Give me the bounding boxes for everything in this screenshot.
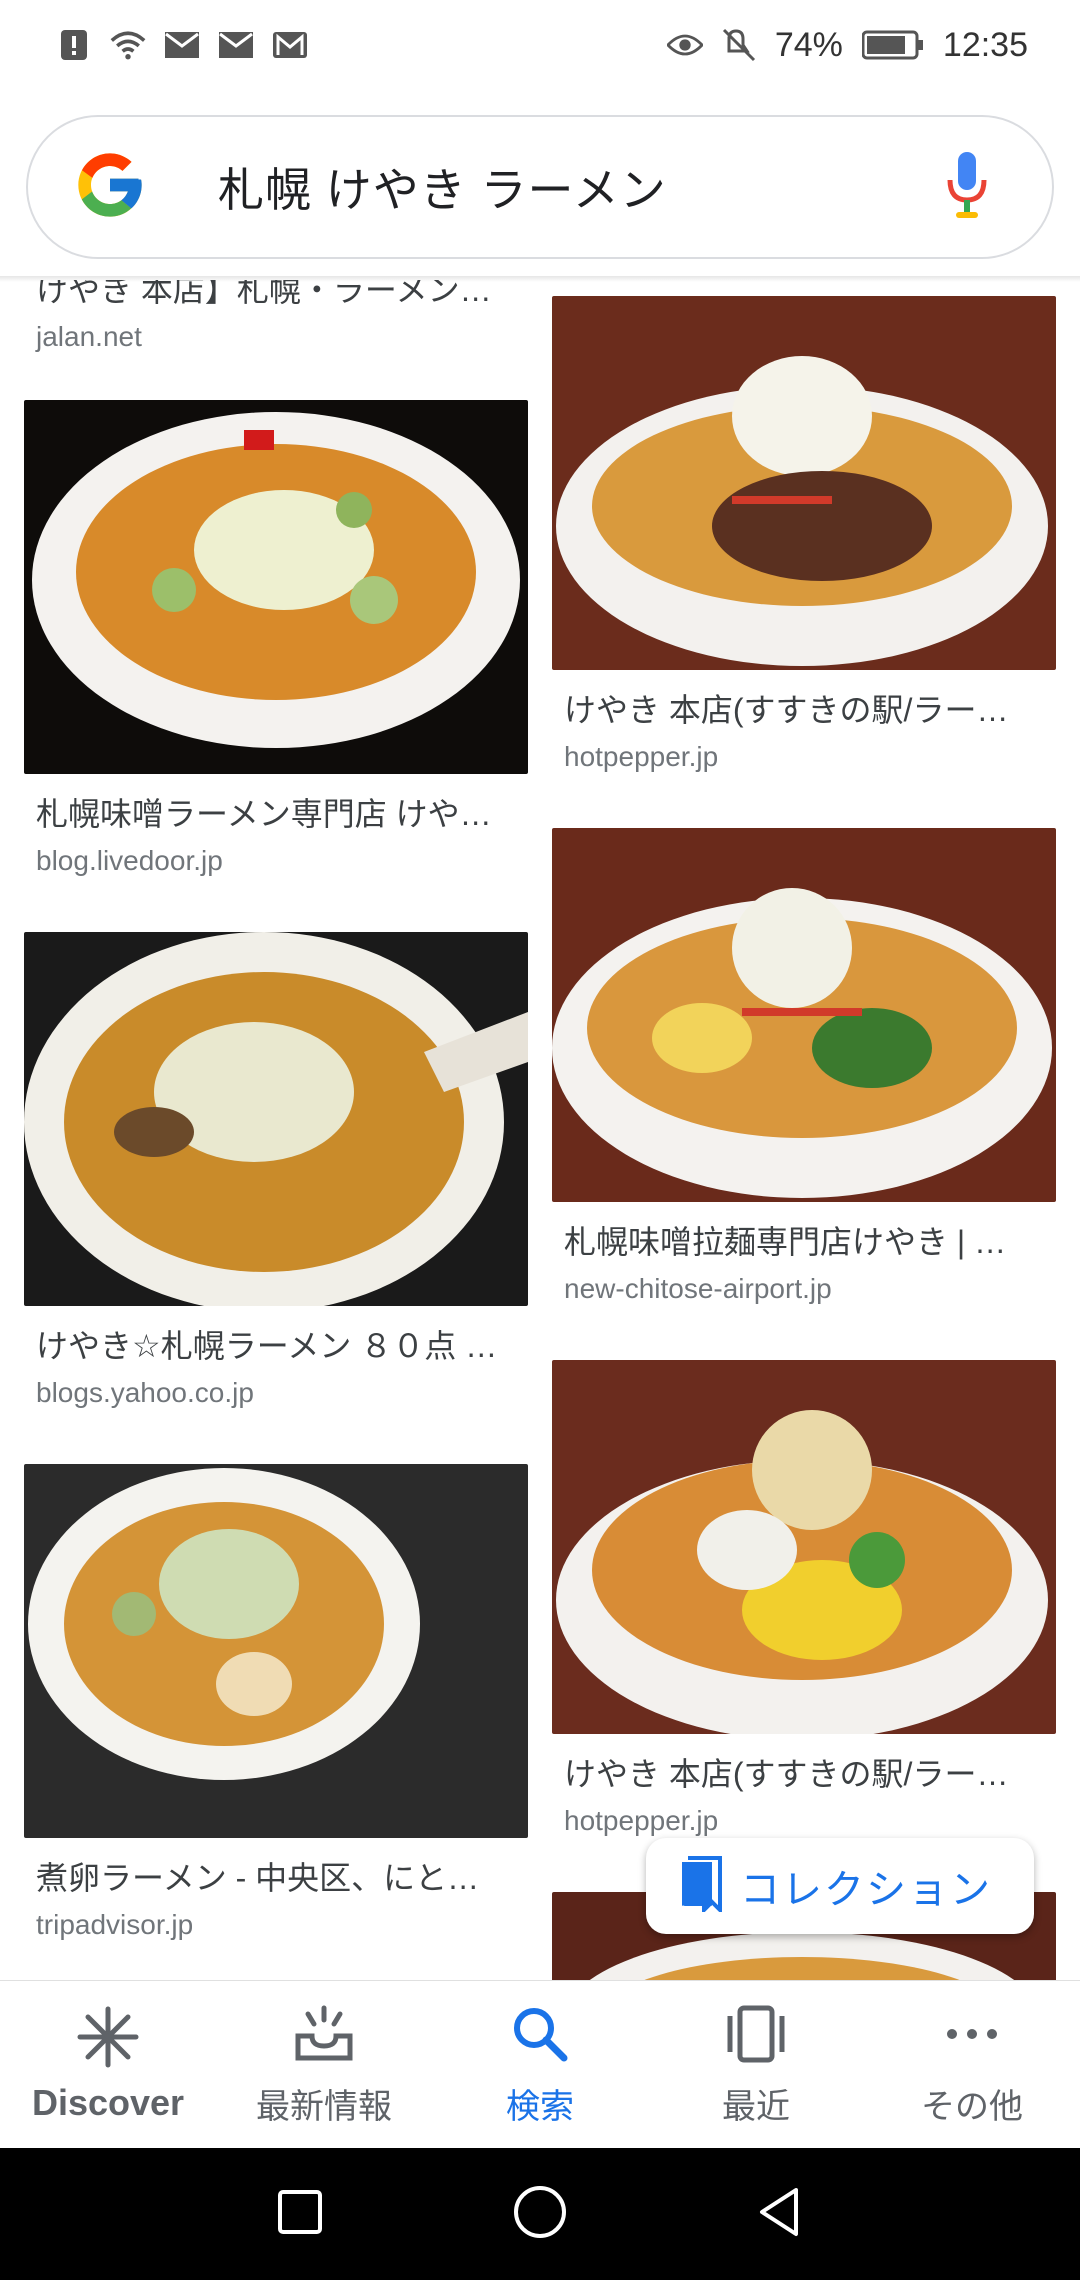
result-title[interactable]: けやき☆札幌ラーメン ８０点 … — [36, 1326, 516, 1366]
google-logo-icon — [72, 147, 148, 228]
more-dots-icon — [940, 2002, 1004, 2071]
gmail-icon — [272, 27, 308, 63]
search-input[interactable]: 札幌 けやき ラーメン — [218, 154, 942, 220]
image-results: けやき 本店】札幌・ラーメン… jalan.net 札幌味噌ラーメン専門店 けや… — [0, 280, 1080, 1980]
status-right: 74% 12:35 — [666, 25, 1028, 65]
result-title[interactable]: けやき 本店】札幌・ラーメン… — [36, 280, 516, 310]
result-source: hotpepper.jp — [564, 741, 719, 772]
result-card[interactable]: 煮卵ラーメン - 中央区、にと… tripadvisor.jp — [24, 1464, 528, 1942]
result-source: hotpepper.jp — [564, 1805, 719, 1836]
nav-label: Discover — [31, 2082, 185, 2123]
ramen-thumbnail[interactable] — [552, 296, 1056, 670]
mail-icon — [218, 27, 254, 63]
search-bar[interactable]: 札幌 けやき ラーメン — [26, 115, 1054, 259]
screen: 74% 12:35 札幌 けやき ラーメン けやき 本店】札幌・ラーメン… ja… — [0, 0, 1080, 2280]
asterisk-icon — [76, 2005, 140, 2074]
recent-cards-icon — [724, 2002, 788, 2071]
ramen-thumbnail[interactable] — [24, 400, 528, 774]
system-nav-bar — [0, 2148, 1080, 2280]
result-card[interactable]: けやき 本店(すすきの駅/ラー… hotpepper.jp — [552, 296, 1056, 774]
result-title[interactable]: けやき 本店(すすきの駅/ラー… — [564, 690, 1044, 730]
nav-label: 最近 — [722, 2087, 790, 2126]
result-source: jalan.net — [36, 321, 142, 352]
battery-icon — [861, 27, 925, 63]
eye-icon — [666, 27, 703, 63]
result-card[interactable]: けやき 本店(すすきの駅/ラー… hotpepper.jp — [552, 1360, 1056, 1838]
inbox-tray-icon — [292, 2002, 356, 2071]
nav-label: 検索 — [506, 2087, 574, 2126]
back-triangle-icon[interactable] — [750, 2182, 810, 2247]
status-left — [56, 27, 308, 63]
nav-updates[interactable]: 最新情報 — [216, 1981, 432, 2148]
nav-search[interactable]: 検索 — [432, 1981, 648, 2148]
mail-icon — [164, 27, 200, 63]
recents-square-icon[interactable] — [270, 2182, 330, 2247]
ramen-thumbnail[interactable] — [552, 1360, 1056, 1734]
ramen-thumbnail[interactable] — [24, 1464, 528, 1838]
status-bar: 74% 12:35 — [0, 0, 1080, 90]
result-source: blogs.yahoo.co.jp — [36, 1377, 254, 1408]
mute-icon — [721, 27, 757, 63]
clock: 12:35 — [942, 25, 1028, 64]
result-card[interactable]: けやき☆札幌ラーメン ８０点 … blogs.yahoo.co.jp — [24, 932, 528, 1410]
mic-icon[interactable] — [942, 150, 992, 225]
nav-discover[interactable]: Discover — [0, 1981, 216, 2148]
nav-label: 最新情報 — [256, 2087, 392, 2126]
result-title[interactable]: 札幌味噌拉麺専門店けやき | … — [564, 1222, 1044, 1262]
result-title[interactable]: 札幌味噌ラーメン専門店 けや… — [36, 794, 516, 834]
bookmark-icon — [680, 1855, 724, 1917]
home-circle-icon[interactable] — [510, 2182, 570, 2247]
nav-more[interactable]: その他 — [864, 1981, 1080, 2148]
bottom-nav: Discover 最新情報 検索 最近 その他 — [0, 1980, 1080, 2148]
collection-label: コレクション — [740, 1868, 992, 1912]
nav-recent[interactable]: 最近 — [648, 1981, 864, 2148]
result-title[interactable]: けやき 本店(すすきの駅/ラー… — [564, 1754, 1044, 1794]
ramen-thumbnail[interactable] — [552, 828, 1056, 1202]
result-card[interactable]: けやき 本店】札幌・ラーメン… jalan.net — [24, 280, 528, 354]
search-icon — [508, 2002, 572, 2071]
ramen-thumbnail[interactable] — [24, 932, 528, 1306]
result-title[interactable]: 煮卵ラーメン - 中央区、にと… — [36, 1858, 516, 1898]
wifi-icon — [110, 27, 146, 63]
result-card[interactable]: 札幌味噌拉麺専門店けやき | … new-chitose-airport.jp — [552, 828, 1056, 1306]
alert-icon — [56, 27, 92, 63]
result-source: tripadvisor.jp — [36, 1909, 194, 1940]
result-source: new-chitose-airport.jp — [564, 1273, 832, 1304]
result-card[interactable]: 札幌味噌ラーメン専門店 けや… blog.livedoor.jp — [24, 400, 528, 878]
nav-label: その他 — [921, 2087, 1023, 2126]
battery-percent: 74% — [774, 25, 843, 64]
collection-button[interactable]: コレクション — [646, 1838, 1034, 1934]
result-source: blog.livedoor.jp — [36, 845, 223, 876]
